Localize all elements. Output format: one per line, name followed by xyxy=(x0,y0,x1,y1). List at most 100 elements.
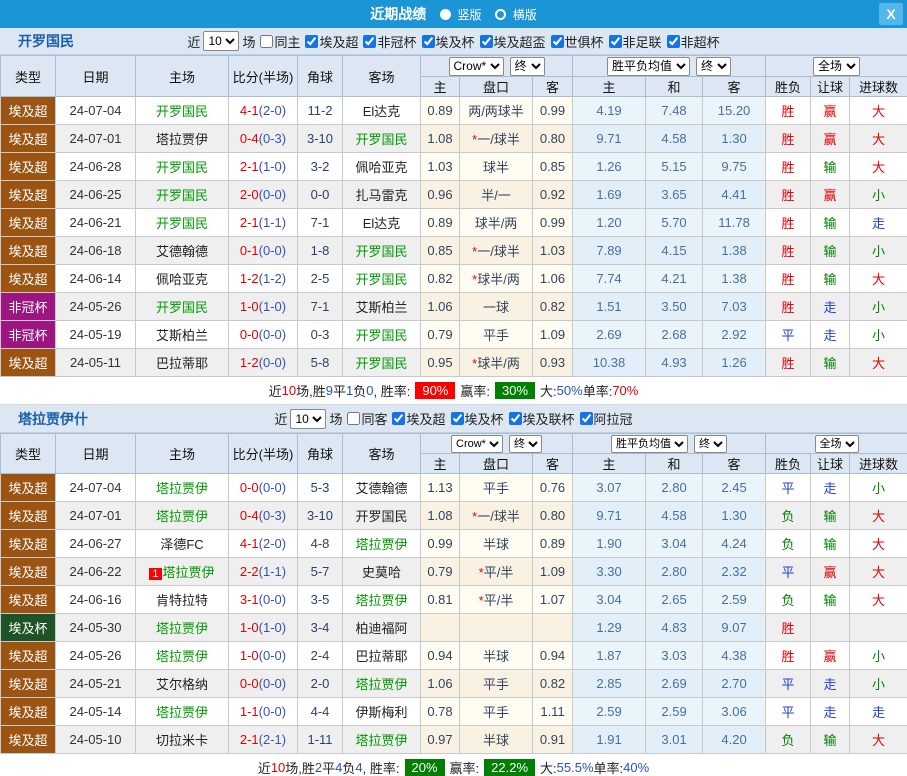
home-team-name[interactable]: 塔拉贾伊 xyxy=(156,649,208,664)
home-team-name[interactable]: 佩哈亚克 xyxy=(156,272,208,287)
league-filter[interactable]: 埃及联杯 xyxy=(509,409,575,428)
match-count-select[interactable]: 10 xyxy=(203,31,239,51)
league-filter[interactable]: 阿拉冠 xyxy=(580,409,633,428)
scope-select[interactable]: 全场 xyxy=(813,57,860,76)
league-filter[interactable]: 埃及超 xyxy=(392,409,445,428)
layout-horizontal-label[interactable]: 横版 xyxy=(513,8,537,22)
fulltime-score: 2-2 xyxy=(240,564,259,579)
home-team-name[interactable]: 开罗国民 xyxy=(156,300,208,315)
away-team-name[interactable]: 佩哈亚克 xyxy=(355,160,407,175)
home-team-name[interactable]: 艾斯柏兰 xyxy=(156,328,208,343)
home-team-name[interactable]: 开罗国民 xyxy=(156,160,208,175)
lose-mean-cell: 4.38 xyxy=(703,642,766,670)
layout-vertical-label[interactable]: 竖版 xyxy=(457,8,481,22)
home-team-name[interactable]: 塔拉贾伊 xyxy=(156,132,208,147)
home-team-name[interactable]: 开罗国民 xyxy=(156,188,208,203)
match-date-cell: 24-06-27 xyxy=(56,530,136,558)
win-mean-cell: 1.26 xyxy=(573,153,646,181)
away-team-name[interactable]: 开罗国民 xyxy=(355,244,407,259)
away-team-name[interactable]: 艾德翰德 xyxy=(355,481,407,496)
home-team-name[interactable]: 塔拉贾伊 xyxy=(156,705,208,720)
away-team-cell: 扎马雷克 xyxy=(343,181,421,209)
league-filter[interactable]: 非足联 xyxy=(609,32,662,51)
league-checkbox[interactable] xyxy=(509,412,522,425)
wdl-final-select[interactable]: 终 xyxy=(694,435,727,453)
league-checkbox[interactable] xyxy=(580,412,593,425)
layout-horizontal-radio-icon[interactable] xyxy=(495,9,506,20)
league-filter[interactable]: 世俱杯 xyxy=(551,32,604,51)
scope-select[interactable]: 全场 xyxy=(815,435,859,453)
home-team-name[interactable]: 塔拉贾伊 xyxy=(163,565,215,580)
handicap-cell: *球半/两 xyxy=(460,265,533,293)
odds-final-select[interactable]: 终 xyxy=(509,435,542,453)
league-filters-1: 埃及超非冠杯埃及杯埃及超盃世俱杯非足联非超杯 xyxy=(300,32,719,51)
odds-company-select[interactable]: Crow* xyxy=(449,57,504,76)
same-venue-checkbox[interactable] xyxy=(347,412,360,425)
league-checkbox[interactable] xyxy=(422,35,435,48)
away-team-name[interactable]: 艾斯柏兰 xyxy=(355,300,407,315)
col-wdl-away: 客 xyxy=(703,454,766,474)
league-checkbox[interactable] xyxy=(363,35,376,48)
live-odds-star: * xyxy=(472,509,477,524)
league-filter[interactable]: 非超杯 xyxy=(667,32,720,51)
league-checkbox[interactable] xyxy=(392,412,405,425)
home-team-name[interactable]: 艾尔格纳 xyxy=(156,677,208,692)
match-count-select[interactable]: 10 xyxy=(290,409,326,429)
league-checkbox[interactable] xyxy=(451,412,464,425)
home-team-name[interactable]: 巴拉蒂耶 xyxy=(156,356,208,371)
summary-segment: , 胜率: xyxy=(363,758,400,776)
away-team-name[interactable]: 塔拉贾伊 xyxy=(355,537,407,552)
league-checkbox[interactable] xyxy=(480,35,493,48)
league-filter[interactable]: 非冠杯 xyxy=(363,32,416,51)
handicap-result-cell: 输 xyxy=(811,237,850,265)
league-filter[interactable]: 埃及超 xyxy=(305,32,358,51)
same-venue-checkbox[interactable] xyxy=(260,35,273,48)
away-team-name[interactable]: 扎马雷克 xyxy=(355,188,407,203)
home-team-name[interactable]: 塔拉贾伊 xyxy=(156,509,208,524)
home-team-name[interactable]: 塔拉贾伊 xyxy=(156,481,208,496)
away-team-name[interactable]: 开罗国民 xyxy=(355,328,407,343)
league-checkbox[interactable] xyxy=(609,35,622,48)
away-team-name[interactable]: El达克 xyxy=(363,216,401,231)
home-odds-cell xyxy=(421,614,460,642)
away-team-name[interactable]: 柏迪福阿 xyxy=(355,621,407,636)
wdl-mean-select[interactable]: 胜平负均值 xyxy=(611,435,688,453)
away-team-name[interactable]: 伊斯梅利 xyxy=(355,705,407,720)
layout-vertical-radio-icon[interactable] xyxy=(440,9,451,20)
odds-company-select[interactable]: Crow* xyxy=(451,435,503,453)
away-odds-cell: 0.94 xyxy=(533,642,573,670)
wdl-mean-select[interactable]: 胜平负均值 xyxy=(607,57,690,76)
fulltime-score: 1-0 xyxy=(240,648,259,663)
home-team-name[interactable]: 开罗国民 xyxy=(156,216,208,231)
league-filter[interactable]: 埃及杯 xyxy=(422,32,475,51)
away-team-name[interactable]: 开罗国民 xyxy=(355,509,407,524)
away-team-name[interactable]: 史莫哈 xyxy=(362,565,401,580)
home-team-name[interactable]: 艾德翰德 xyxy=(156,244,208,259)
same-venue-filter[interactable]: 同客 xyxy=(347,409,387,428)
close-icon[interactable]: X xyxy=(879,3,903,25)
home-team-name[interactable]: 塔拉贾伊 xyxy=(156,621,208,636)
away-team-name[interactable]: 巴拉蒂耶 xyxy=(355,649,407,664)
away-team-name[interactable]: 塔拉贾伊 xyxy=(355,733,407,748)
league-checkbox[interactable] xyxy=(305,35,318,48)
wdl-final-select[interactable]: 终 xyxy=(696,57,731,76)
away-team-name[interactable]: 开罗国民 xyxy=(355,132,407,147)
away-team-name[interactable]: 塔拉贾伊 xyxy=(355,593,407,608)
league-label: 埃及杯 xyxy=(465,409,504,428)
summary-segment: 大: xyxy=(540,758,557,776)
league-checkbox[interactable] xyxy=(551,35,564,48)
away-team-name[interactable]: 开罗国民 xyxy=(355,272,407,287)
home-team-name[interactable]: 泽德FC xyxy=(160,537,203,552)
league-filter[interactable]: 埃及超盃 xyxy=(480,32,546,51)
home-team-name[interactable]: 肯特拉特 xyxy=(156,593,208,608)
col-score: 比分(半场) xyxy=(229,56,298,97)
away-team-name[interactable]: El达克 xyxy=(363,104,401,119)
away-team-name[interactable]: 塔拉贾伊 xyxy=(355,677,407,692)
home-team-name[interactable]: 切拉米卡 xyxy=(156,733,208,748)
league-checkbox[interactable] xyxy=(667,35,680,48)
league-filter[interactable]: 埃及杯 xyxy=(451,409,504,428)
odds-final-select[interactable]: 终 xyxy=(510,57,545,76)
same-venue-filter[interactable]: 同主 xyxy=(260,32,300,51)
away-team-name[interactable]: 开罗国民 xyxy=(355,356,407,371)
home-team-name[interactable]: 开罗国民 xyxy=(156,104,208,119)
